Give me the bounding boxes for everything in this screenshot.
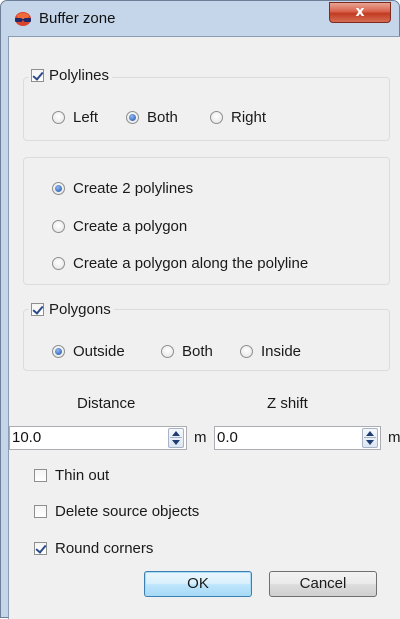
- close-button[interactable]: x: [329, 2, 391, 23]
- polygons-label: Polygons: [49, 301, 111, 318]
- z-shift-up-arrow-icon[interactable]: [366, 431, 374, 436]
- radio-both-polygons-button[interactable]: [161, 345, 174, 358]
- title-bar[interactable]: Buffer zone x: [1, 1, 399, 35]
- polygons-checkbox[interactable]: [31, 303, 44, 316]
- polylines-label: Polylines: [49, 67, 110, 84]
- ok-button[interactable]: OK: [144, 571, 252, 597]
- radio-create-2-polylines-label: Create 2 polylines: [73, 180, 194, 197]
- cancel-button[interactable]: Cancel: [269, 571, 377, 597]
- dialog-window: Buffer zone x Polylines Left Both Right …: [0, 0, 400, 619]
- distance-input[interactable]: [12, 429, 132, 446]
- radio-left[interactable]: Left: [52, 109, 98, 126]
- distance-down-arrow-icon[interactable]: [172, 440, 180, 445]
- round-corners-checkbox[interactable]: [34, 542, 47, 555]
- round-corners-option[interactable]: Round corners: [34, 540, 153, 557]
- z-shift-field[interactable]: [214, 426, 381, 450]
- radio-create-polygon-along[interactable]: Create a polygon along the polyline: [52, 255, 308, 272]
- distance-spinner[interactable]: [168, 428, 184, 448]
- polygons-legend[interactable]: Polygons: [29, 301, 114, 318]
- app-logo-icon: [15, 12, 31, 26]
- radio-create-polygon-along-button[interactable]: [52, 257, 65, 270]
- delete-source-option[interactable]: Delete source objects: [34, 503, 199, 520]
- radio-both-polygons[interactable]: Both: [161, 343, 213, 360]
- radio-outside-label: Outside: [73, 343, 125, 360]
- distance-field[interactable]: [9, 426, 187, 450]
- radio-inside-button[interactable]: [240, 345, 253, 358]
- z-shift-input[interactable]: [217, 429, 337, 446]
- radio-create-2-polylines-button[interactable]: [52, 182, 65, 195]
- distance-unit: m: [194, 429, 207, 446]
- thin-out-option[interactable]: Thin out: [34, 467, 109, 484]
- z-shift-label: Z shift: [267, 395, 308, 412]
- polygons-group: [23, 309, 390, 371]
- radio-create-polygon-along-label: Create a polygon along the polyline: [73, 255, 309, 272]
- delete-source-checkbox[interactable]: [34, 505, 47, 518]
- radio-outside[interactable]: Outside: [52, 343, 125, 360]
- round-corners-label: Round corners: [55, 540, 154, 557]
- thin-out-checkbox[interactable]: [34, 469, 47, 482]
- radio-right-label: Right: [231, 109, 267, 126]
- radio-right-button[interactable]: [210, 111, 223, 124]
- z-shift-unit: m: [388, 429, 400, 446]
- thin-out-label: Thin out: [55, 467, 110, 484]
- z-shift-spinner[interactable]: [362, 428, 378, 448]
- radio-both-polylines[interactable]: Both: [126, 109, 178, 126]
- radio-left-button[interactable]: [52, 111, 65, 124]
- distance-up-arrow-icon[interactable]: [172, 431, 180, 436]
- radio-both-polylines-label: Both: [147, 109, 178, 126]
- radio-create-polygon-button[interactable]: [52, 220, 65, 233]
- dialog-body: Polylines Left Both Right Create 2 polyl…: [8, 36, 400, 619]
- z-shift-down-arrow-icon[interactable]: [366, 440, 374, 445]
- radio-both-polylines-button[interactable]: [126, 111, 139, 124]
- radio-inside[interactable]: Inside: [240, 343, 301, 360]
- window-title: Buffer zone: [39, 10, 116, 27]
- radio-create-polygon-label: Create a polygon: [73, 218, 188, 235]
- distance-label: Distance: [77, 395, 136, 412]
- close-icon: x: [355, 4, 365, 20]
- delete-source-label: Delete source objects: [55, 503, 200, 520]
- radio-create-polygon[interactable]: Create a polygon: [52, 218, 187, 235]
- polylines-legend[interactable]: Polylines: [29, 67, 113, 84]
- radio-both-polygons-label: Both: [182, 343, 213, 360]
- radio-right[interactable]: Right: [210, 109, 266, 126]
- polylines-checkbox[interactable]: [31, 69, 44, 82]
- radio-inside-label: Inside: [261, 343, 302, 360]
- radio-left-label: Left: [73, 109, 99, 126]
- radio-create-2-polylines[interactable]: Create 2 polylines: [52, 180, 193, 197]
- radio-outside-button[interactable]: [52, 345, 65, 358]
